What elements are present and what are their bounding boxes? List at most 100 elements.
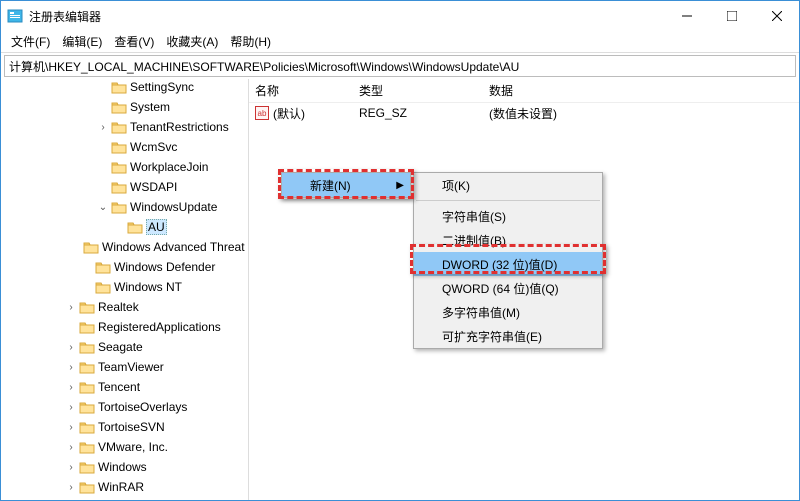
folder-icon bbox=[83, 240, 99, 254]
menu-edit[interactable]: 编辑(E) bbox=[56, 31, 108, 52]
value-type: REG_SZ bbox=[359, 106, 489, 120]
menu-item[interactable]: 字符串值(S) bbox=[414, 204, 602, 228]
value-name: (默认) bbox=[273, 105, 305, 122]
expand-icon[interactable]: › bbox=[65, 482, 77, 493]
expand-icon[interactable]: › bbox=[97, 122, 109, 133]
folder-icon bbox=[111, 160, 127, 174]
list-pane[interactable]: 名称 类型 数据 ab (默认) REG_SZ (数值未设置) 新建(N) ▶ bbox=[249, 79, 799, 500]
menu-item[interactable]: 可扩充字符串值(E) bbox=[414, 324, 602, 348]
expand-icon[interactable]: › bbox=[65, 362, 77, 373]
expand-icon[interactable]: › bbox=[65, 382, 77, 393]
folder-icon bbox=[111, 100, 127, 114]
col-header-type[interactable]: 类型 bbox=[359, 82, 489, 99]
tree-item[interactable]: RegisteredApplications bbox=[1, 317, 248, 337]
expand-icon[interactable]: › bbox=[65, 402, 77, 413]
tree-item[interactable]: ›TeamViewer bbox=[1, 357, 248, 377]
content-area: SettingSync System › TenantRestrictions WcmS… bbox=[1, 79, 799, 500]
tree-item[interactable]: › Tencent bbox=[1, 377, 248, 397]
folder-icon bbox=[79, 380, 95, 394]
menu-favorites[interactable]: 收藏夹(A) bbox=[160, 31, 224, 52]
tree-item-label: TenantRestrictions bbox=[130, 120, 229, 134]
expand-icon[interactable]: › bbox=[65, 462, 77, 473]
menu-item[interactable]: DWORD (32 位)值(D) bbox=[414, 252, 602, 276]
menu-view[interactable]: 查看(V) bbox=[108, 31, 160, 52]
tree-pane[interactable]: SettingSync System › TenantRestrictions WcmS… bbox=[1, 79, 249, 500]
maximize-button[interactable] bbox=[709, 1, 754, 31]
folder-icon bbox=[79, 400, 95, 414]
menu-item-new[interactable]: 新建(N) ▶ bbox=[282, 173, 410, 197]
folder-icon bbox=[95, 260, 111, 274]
folder-icon bbox=[111, 180, 127, 194]
tree-item-label: Windows bbox=[98, 460, 147, 474]
tree-item[interactable]: › TortoiseSVN bbox=[1, 417, 248, 437]
tree-item-label: SettingSync bbox=[130, 80, 194, 94]
tree-item-label: TortoiseSVN bbox=[98, 420, 165, 434]
expand-icon[interactable]: › bbox=[65, 342, 77, 353]
folder-icon bbox=[79, 420, 95, 434]
folder-icon bbox=[111, 140, 127, 154]
menu-item-label: 项(K) bbox=[442, 177, 470, 194]
tree-item-label: Windows NT bbox=[114, 280, 182, 294]
window-controls bbox=[664, 1, 799, 31]
folder-icon bbox=[79, 300, 95, 314]
tree-item[interactable]: Windows Advanced Threat Protection bbox=[1, 237, 248, 257]
tree-item[interactable]: WorkplaceJoin bbox=[1, 157, 248, 177]
menu-help[interactable]: 帮助(H) bbox=[224, 31, 277, 52]
menu-item-label: 字符串值(S) bbox=[442, 208, 506, 225]
minimize-button[interactable] bbox=[664, 1, 709, 31]
tree-item-label: VMware, Inc. bbox=[98, 440, 168, 454]
collapse-icon[interactable]: ⌄ bbox=[97, 202, 109, 213]
context-menu-new: 新建(N) ▶ bbox=[281, 172, 411, 198]
tree-item-label: Tencent bbox=[98, 380, 140, 394]
menu-item-label: 二进制值(B) bbox=[442, 232, 506, 249]
tree-item[interactable]: › TenantRestrictions bbox=[1, 117, 248, 137]
address-bar[interactable]: 计算机\HKEY_LOCAL_MACHINE\SOFTWARE\Policies… bbox=[4, 55, 796, 77]
folder-icon bbox=[79, 480, 95, 494]
menubar: 文件(F) 编辑(E) 查看(V) 收藏夹(A) 帮助(H) bbox=[1, 31, 799, 53]
tree-item-label: WinRAR bbox=[98, 480, 144, 494]
menu-item[interactable]: 多字符串值(M) bbox=[414, 300, 602, 324]
tree-item[interactable]: System bbox=[1, 97, 248, 117]
tree-item-label: Windows Advanced Threat Protection bbox=[102, 240, 249, 254]
value-data: (数值未设置) bbox=[489, 105, 799, 122]
menu-separator bbox=[416, 200, 600, 201]
tree-item[interactable]: SettingSync bbox=[1, 79, 248, 97]
tree-item[interactable]: › VMware, Inc. bbox=[1, 437, 248, 457]
tree-item[interactable]: ⌄WindowsUpdate bbox=[1, 197, 248, 217]
list-row[interactable]: ab (默认) REG_SZ (数值未设置) bbox=[249, 103, 799, 123]
string-value-icon: ab bbox=[255, 106, 269, 120]
folder-icon bbox=[95, 280, 111, 294]
tree-item-label: TortoiseOverlays bbox=[98, 400, 187, 414]
tree-item-label: Realtek bbox=[98, 300, 139, 314]
close-button[interactable] bbox=[754, 1, 799, 31]
tree-item[interactable]: › Realtek bbox=[1, 297, 248, 317]
folder-icon bbox=[127, 220, 143, 234]
tree-item[interactable]: ›Seagate bbox=[1, 337, 248, 357]
tree-item-label: WSDAPI bbox=[130, 180, 177, 194]
menu-item[interactable]: 二进制值(B) bbox=[414, 228, 602, 252]
tree-item[interactable]: Windows NT bbox=[1, 277, 248, 297]
expand-icon[interactable]: › bbox=[65, 302, 77, 313]
expand-icon[interactable]: › bbox=[65, 442, 77, 453]
tree-item-label: System bbox=[130, 100, 170, 114]
folder-icon bbox=[111, 80, 127, 94]
submenu-arrow-icon: ▶ bbox=[396, 180, 404, 191]
tree-item[interactable]: AU bbox=[1, 217, 248, 237]
expand-icon[interactable]: › bbox=[65, 422, 77, 433]
folder-icon bbox=[79, 360, 95, 374]
menu-item[interactable]: QWORD (64 位)值(Q) bbox=[414, 276, 602, 300]
col-header-data[interactable]: 数据 bbox=[489, 82, 799, 99]
tree-item[interactable]: WSDAPI bbox=[1, 177, 248, 197]
menu-item[interactable]: 项(K) bbox=[414, 173, 602, 197]
tree-item-label: Windows Defender bbox=[114, 260, 215, 274]
col-header-name[interactable]: 名称 bbox=[249, 82, 359, 99]
tree-item[interactable]: WcmSvc bbox=[1, 137, 248, 157]
tree-item[interactable]: › Windows bbox=[1, 457, 248, 477]
tree-item[interactable]: Windows Defender bbox=[1, 257, 248, 277]
tree-item-label: RegisteredApplications bbox=[98, 320, 221, 334]
address-text: 计算机\HKEY_LOCAL_MACHINE\SOFTWARE\Policies… bbox=[9, 58, 519, 75]
tree-item[interactable]: › WinRAR bbox=[1, 477, 248, 497]
folder-icon bbox=[79, 460, 95, 474]
menu-file[interactable]: 文件(F) bbox=[5, 31, 56, 52]
tree-item[interactable]: › TortoiseOverlays bbox=[1, 397, 248, 417]
